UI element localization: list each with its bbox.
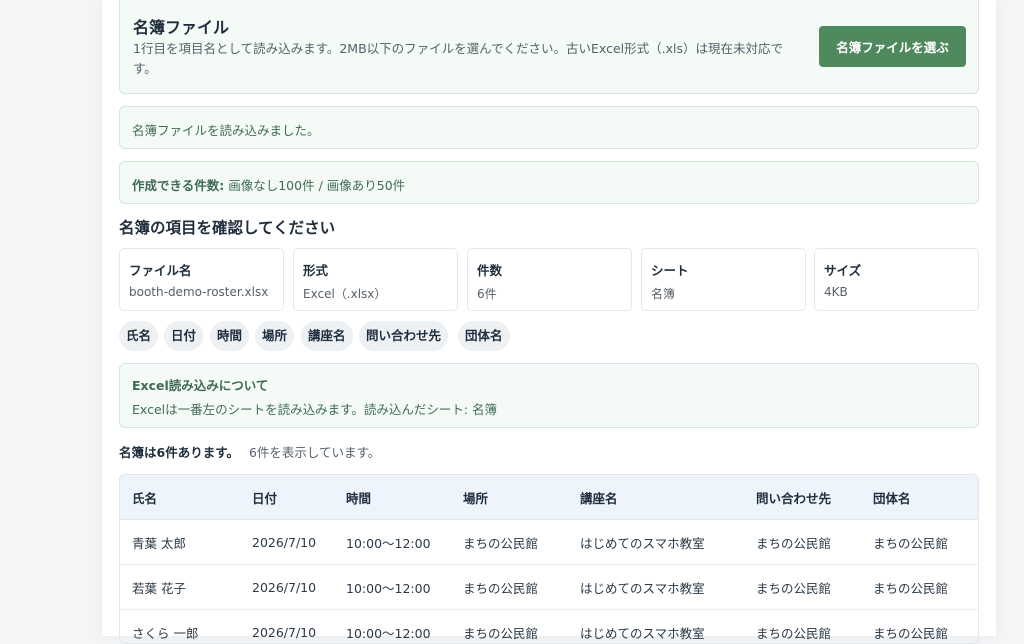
roster-upload-section: 名簿ファイル 1行目を項目名として読み込みます。2MB以下のファイルを選んでくだ… [119, 0, 979, 94]
table-cell: まちの公民館 [451, 520, 568, 565]
section-title: 名簿の項目を確認してください [119, 216, 335, 238]
capacity-box: 作成できる件数: 画像なし100件 / 画像あり50件 [119, 161, 979, 204]
file-info-cards: ファイル名 booth-demo-roster.xlsx 形式 Excel（.x… [119, 248, 979, 311]
field-chip: 時間 [210, 321, 249, 351]
file-info-card-count: 件数 6件 [467, 248, 632, 311]
column-header: 時間 [334, 475, 451, 520]
table-cell: 10:00〜12:00 [334, 565, 451, 610]
file-info-card-format: 形式 Excel（.xlsx） [293, 248, 458, 311]
upload-description: 1行目を項目名として読み込みます。2MB以下のファイルを選んでください。古いEx… [133, 39, 798, 79]
table-cell: 2026/7/10 [240, 610, 334, 644]
file-info-value: Excel（.xlsx） [303, 285, 386, 302]
excel-note-heading: Excel読み込みについて [132, 375, 268, 394]
field-chip: 問い合わせ先 [359, 321, 448, 351]
column-header: 日付 [240, 475, 334, 520]
roster-total: 名簿は6件あります。 [119, 445, 239, 460]
file-info-value: 6件 [477, 285, 497, 302]
table-cell: はじめてのスマホ教室 [568, 520, 744, 565]
table-cell: 青葉 太郎 [120, 520, 240, 565]
field-chip: 場所 [255, 321, 294, 351]
table-cell: まちの公民館 [861, 520, 979, 565]
field-chip: 日付 [164, 321, 203, 351]
table-cell: まちの公民館 [744, 520, 861, 565]
file-info-card-sheet: シート 名簿 [641, 248, 806, 311]
file-info-card-filename: ファイル名 booth-demo-roster.xlsx [119, 248, 284, 311]
table-cell: 若葉 花子 [120, 565, 240, 610]
column-header: 場所 [451, 475, 568, 520]
column-header: 氏名 [120, 475, 240, 520]
table-cell: はじめてのスマホ教室 [568, 565, 744, 610]
roster-shown-count: 6件を表示しています。 [249, 445, 380, 460]
excel-note-box: Excel読み込みについて Excelは一番左のシートを読み込みます。読み込んだ… [119, 363, 979, 428]
file-info-key: 件数 [477, 260, 502, 279]
file-info-value: 名簿 [651, 285, 675, 302]
column-header: 問い合わせ先 [744, 475, 861, 520]
field-chip: 氏名 [119, 321, 158, 351]
column-header: 講座名 [568, 475, 744, 520]
roster-table: 氏名 日付 時間 場所 講座名 問い合わせ先 団体名 青葉 太郎 2026/7/… [119, 474, 979, 644]
main-panel: 名簿ファイル 1行目を項目名として読み込みます。2MB以下のファイルを選んでくだ… [102, 0, 996, 636]
table-cell: 2026/7/10 [240, 565, 334, 610]
table-cell: 10:00〜12:00 [334, 520, 451, 565]
table-cell: まちの公民館 [451, 610, 568, 644]
excel-note-text: Excelは一番左のシートを読み込みます。読み込んだシート: 名簿 [132, 399, 497, 418]
table-row: 若葉 花子 2026/7/10 10:00〜12:00 まちの公民館 はじめての… [120, 565, 979, 610]
column-header: 団体名 [861, 475, 979, 520]
table-row: 青葉 太郎 2026/7/10 10:00〜12:00 まちの公民館 はじめての… [120, 520, 979, 565]
table-header-row: 氏名 日付 時間 場所 講座名 問い合わせ先 団体名 [120, 475, 979, 520]
file-info-key: サイズ [824, 260, 861, 279]
field-chip: 団体名 [458, 321, 510, 351]
table-cell: 2026/7/10 [240, 520, 334, 565]
capacity-text: 作成できる件数: 画像なし100件 / 画像あり50件 [132, 175, 405, 194]
table-cell: さくら 一郎 [120, 610, 240, 644]
file-info-card-size: サイズ 4KB [814, 248, 979, 311]
upload-title: 名簿ファイル [133, 14, 229, 38]
file-info-value: 4KB [824, 285, 848, 299]
table-cell: 10:00〜12:00 [334, 610, 451, 644]
file-info-value: booth-demo-roster.xlsx [129, 285, 268, 299]
file-info-key: 形式 [303, 260, 328, 279]
table-cell: はじめてのスマホ教室 [568, 610, 744, 644]
roster-summary: 名簿は6件あります。 6件を表示しています。 [119, 442, 380, 461]
field-chip: 講座名 [301, 321, 353, 351]
capacity-label: 作成できる件数: [132, 178, 224, 193]
choose-roster-file-button[interactable]: 名簿ファイルを選ぶ [819, 26, 966, 67]
file-info-key: ファイル名 [129, 260, 192, 279]
status-message-box: 名簿ファイルを読み込みました。 [119, 106, 979, 149]
table-cell: まちの公民館 [451, 565, 568, 610]
table-cell: まちの公民館 [744, 610, 861, 644]
table-row: さくら 一郎 2026/7/10 10:00〜12:00 まちの公民館 はじめて… [120, 610, 979, 644]
table-cell: まちの公民館 [861, 610, 979, 644]
capacity-value: 画像なし100件 / 画像あり50件 [228, 178, 405, 193]
file-info-key: シート [651, 260, 689, 279]
table-cell: まちの公民館 [861, 565, 979, 610]
status-message: 名簿ファイルを読み込みました。 [132, 120, 320, 139]
table-cell: まちの公民館 [744, 565, 861, 610]
